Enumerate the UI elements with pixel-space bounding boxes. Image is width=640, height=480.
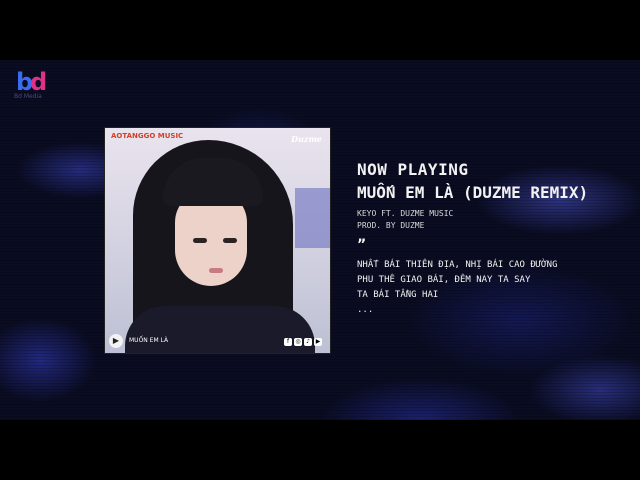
- lyric-line: PHU THÊ GIAO BÁI, ĐÊM NAY TA SAY: [357, 275, 531, 285]
- instagram-icon: ◎: [294, 338, 302, 346]
- play-icon[interactable]: ▶: [109, 334, 123, 348]
- youtube-icon: ▶: [314, 338, 322, 346]
- quote-mark: ”: [357, 237, 367, 253]
- cover-label-right: Duzme: [291, 134, 322, 144]
- facebook-icon: f: [284, 338, 292, 346]
- lyric-line: NHẤT BÁI THIÊN ĐỊA, NHỊ BÁI CAO ĐƯỜNG: [357, 260, 558, 270]
- social-icons: f ◎ ♪ ▶: [284, 338, 322, 346]
- cover-eye-right: [223, 238, 237, 243]
- tiktok-icon: ♪: [304, 338, 312, 346]
- cover-lips: [209, 268, 223, 273]
- channel-logo: b d Bd Media: [14, 68, 54, 100]
- cover-mini-title: MUỐN EM LÀ: [129, 337, 169, 344]
- cover-eye-left: [193, 238, 207, 243]
- lyrics-block: NHẤT BÁI THIÊN ĐỊA, NHỊ BÁI CAO ĐƯỜNG PH…: [357, 258, 588, 318]
- letterbox-bottom: [0, 420, 640, 480]
- now-playing-panel: NOW PLAYING MUỐN EM LÀ (DUZME REMIX) KEY…: [357, 160, 588, 318]
- lyric-line: ...: [357, 305, 374, 315]
- cover-label-left: AOTANGGO MUSIC: [111, 132, 184, 140]
- song-title: MUỐN EM LÀ (DUZME REMIX): [357, 183, 589, 202]
- background-monitor: [295, 188, 330, 248]
- logo-letter-d: d: [30, 68, 48, 96]
- letterbox-top: [0, 0, 640, 60]
- producer-credit: PROD. BY DUZME: [357, 221, 425, 230]
- logo-subtitle: Bd Media: [14, 93, 42, 100]
- now-playing-label: NOW PLAYING: [357, 160, 469, 179]
- artist-credit: KEYO FT. DUZME MUSIC: [357, 209, 454, 218]
- album-cover: AOTANGGO MUSIC Duzme ▶ MUỐN EM LÀ f ◎ ♪ …: [105, 128, 330, 353]
- lyric-line: TA BÁI TẦNG HAI: [357, 290, 439, 300]
